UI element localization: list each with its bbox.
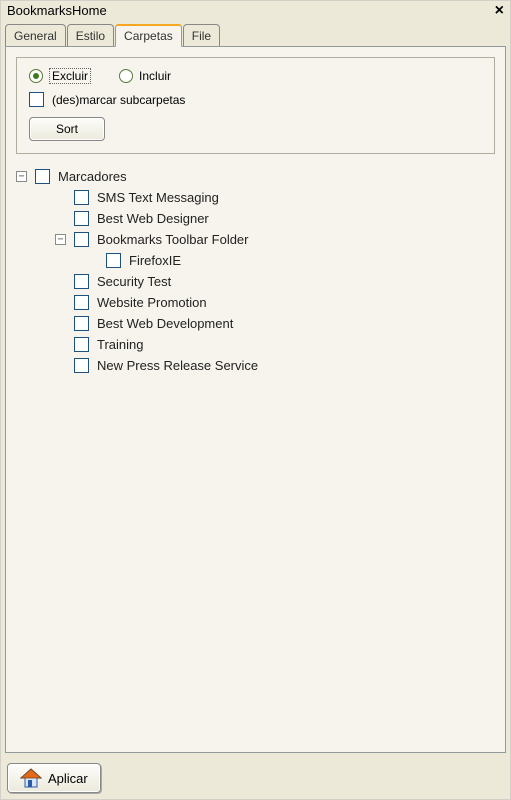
tree-label: Bookmarks Toolbar Folder (97, 232, 249, 247)
tree-label: Marcadores (58, 169, 127, 184)
checkbox-icon[interactable] (74, 274, 89, 289)
tree-label: FirefoxIE (129, 253, 181, 268)
tree-row-root[interactable]: − Marcadores (16, 166, 495, 187)
tab-strip: General Estilo Carpetas File (1, 22, 510, 46)
checkbox-icon (29, 92, 44, 107)
radio-icon (29, 69, 43, 83)
radio-label: Incluir (139, 69, 171, 83)
radio-label: Excluir (49, 68, 91, 84)
tree-label: Best Web Designer (97, 211, 209, 226)
checkbox-icon[interactable] (74, 211, 89, 226)
sort-button[interactable]: Sort (29, 117, 105, 141)
button-label: Aplicar (48, 771, 88, 786)
tree-row[interactable]: Best Web Development (16, 313, 495, 334)
checkbox-label: (des)marcar subcarpetas (52, 93, 185, 107)
tab-general[interactable]: General (5, 24, 66, 46)
tab-content: Excluir Incluir (des)marcar subcarpetas … (5, 46, 506, 753)
tab-carpetas[interactable]: Carpetas (115, 24, 182, 47)
checkbox-icon[interactable] (74, 316, 89, 331)
folder-tree: − Marcadores SMS Text Messaging Best Web… (16, 166, 495, 376)
checkbox-icon[interactable] (74, 295, 89, 310)
tree-row[interactable]: Website Promotion (16, 292, 495, 313)
tab-file[interactable]: File (183, 24, 220, 46)
tree-label: Best Web Development (97, 316, 233, 331)
close-icon[interactable]: × (495, 4, 504, 18)
tree-label: Training (97, 337, 143, 352)
tab-label: Carpetas (124, 29, 173, 43)
collapse-icon[interactable]: − (55, 234, 66, 245)
tab-estilo[interactable]: Estilo (67, 24, 114, 46)
radio-icon (119, 69, 133, 83)
settings-window: BookmarksHome × General Estilo Carpetas … (0, 0, 511, 800)
checkbox-icon[interactable] (74, 358, 89, 373)
tree-row[interactable]: New Press Release Service (16, 355, 495, 376)
radio-row: Excluir Incluir (29, 68, 482, 84)
tab-label: File (192, 29, 211, 43)
button-label: Sort (56, 122, 78, 136)
radio-excluir[interactable]: Excluir (29, 68, 91, 84)
window-title: BookmarksHome (7, 3, 107, 18)
tree-label: SMS Text Messaging (97, 190, 219, 205)
checkbox-icon[interactable] (106, 253, 121, 268)
checkbox-icon[interactable] (74, 337, 89, 352)
checkbox-icon[interactable] (74, 232, 89, 247)
tree-label: Website Promotion (97, 295, 207, 310)
tree-row[interactable]: Training (16, 334, 495, 355)
options-frame: Excluir Incluir (des)marcar subcarpetas … (16, 57, 495, 154)
tree-row[interactable]: SMS Text Messaging (16, 187, 495, 208)
home-icon (20, 768, 42, 788)
tree-label: Security Test (97, 274, 171, 289)
tree-row[interactable]: Best Web Designer (16, 208, 495, 229)
tree-row-toolbar-folder[interactable]: − Bookmarks Toolbar Folder (16, 229, 495, 250)
checkbox-icon[interactable] (35, 169, 50, 184)
collapse-icon[interactable]: − (16, 171, 27, 182)
tab-label: General (14, 29, 57, 43)
tree-row[interactable]: FirefoxIE (16, 250, 495, 271)
checkbox-icon[interactable] (74, 190, 89, 205)
radio-incluir[interactable]: Incluir (119, 69, 171, 83)
tab-label: Estilo (76, 29, 105, 43)
titlebar: BookmarksHome × (1, 1, 510, 22)
tree-row[interactable]: Security Test (16, 271, 495, 292)
tree-label: New Press Release Service (97, 358, 258, 373)
footer: Aplicar (1, 757, 510, 799)
apply-button[interactable]: Aplicar (7, 763, 101, 793)
checkbox-desmarcar[interactable]: (des)marcar subcarpetas (29, 92, 482, 107)
